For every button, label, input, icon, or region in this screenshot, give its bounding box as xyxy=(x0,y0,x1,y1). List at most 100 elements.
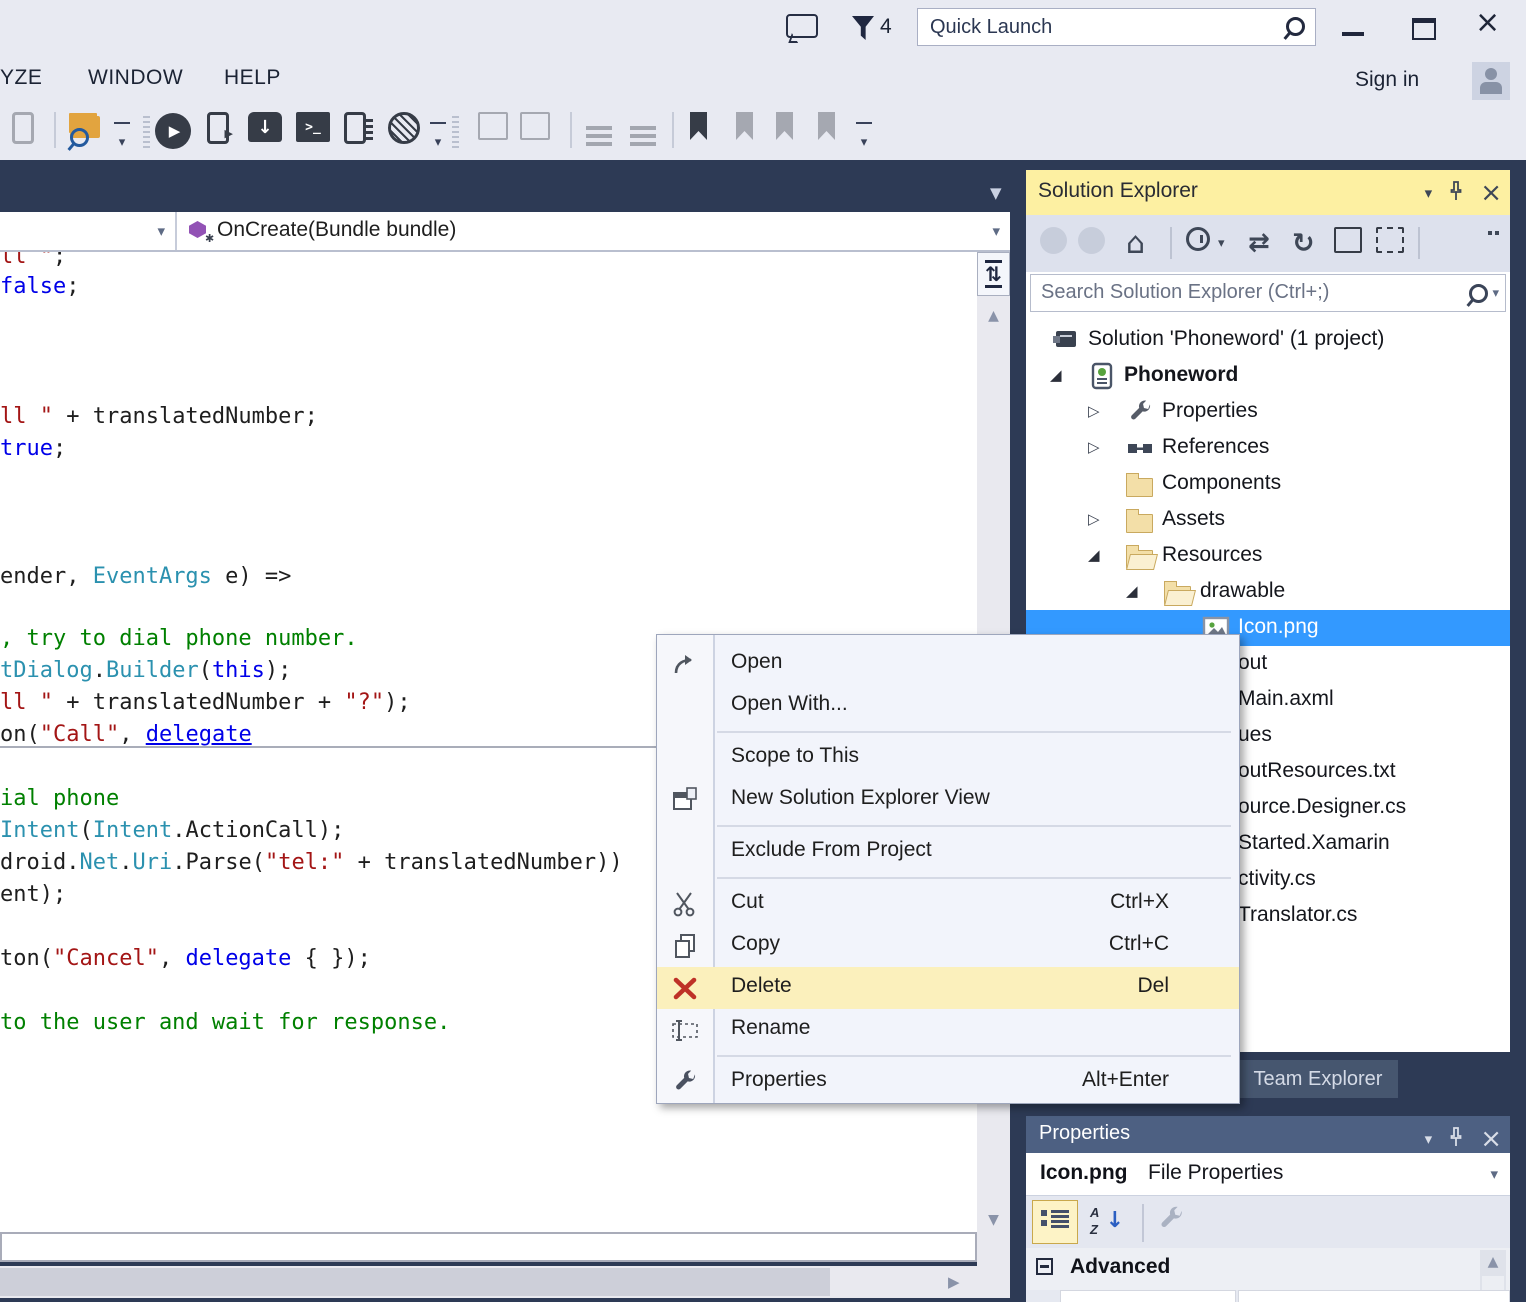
tree-item-partial[interactable]: ctivity.cs xyxy=(1238,862,1508,898)
tree-item-drawable[interactable]: ◢drawable xyxy=(1026,574,1510,610)
expander-closed-icon[interactable]: ▷ xyxy=(1088,510,1100,528)
back-icon[interactable] xyxy=(1040,227,1067,254)
menu-item-exclude-from-project[interactable]: Exclude From Project xyxy=(657,831,1239,873)
property-pages-icon[interactable] xyxy=(1156,1204,1186,1239)
profiler-icon[interactable] xyxy=(388,112,420,144)
sync-with-active-document-icon[interactable]: ⇄ xyxy=(1248,227,1270,259)
chevron-down-icon[interactable]: ▾ xyxy=(1490,1165,1498,1183)
menu-item-open[interactable]: Open xyxy=(657,643,1239,685)
toolbar-overflow-icon[interactable] xyxy=(430,122,446,162)
menu-item-scope-to-this[interactable]: Scope to This xyxy=(657,737,1239,779)
tree-item-partial[interactable]: outResources.txt xyxy=(1238,754,1508,790)
close-icon[interactable]: × xyxy=(1480,1129,1502,1149)
show-all-files-icon[interactable] xyxy=(1376,227,1404,253)
outdent-icon[interactable] xyxy=(630,126,656,130)
menu-help[interactable]: HELP xyxy=(224,66,281,90)
tab-team-explorer[interactable]: Team Explorer xyxy=(1238,1060,1398,1098)
scroll-up-icon[interactable]: ▲ xyxy=(1480,1254,1506,1270)
tree-item-resources[interactable]: ◢Resources xyxy=(1026,538,1510,574)
menu-item-new-solution-explorer-view[interactable]: New Solution Explorer View xyxy=(657,779,1239,821)
hscroll-thumb[interactable] xyxy=(0,1268,830,1296)
forward-icon[interactable] xyxy=(1078,227,1105,254)
toolbar-overflow-icon[interactable] xyxy=(114,122,130,162)
expander-open-icon[interactable]: ◢ xyxy=(1050,366,1062,384)
run-icon[interactable] xyxy=(155,113,191,149)
close-button[interactable]: × xyxy=(1475,8,1500,38)
bookmark-icon[interactable] xyxy=(690,112,707,140)
pending-changes-filter-icon[interactable] xyxy=(1186,227,1210,251)
device-log-icon[interactable] xyxy=(344,112,366,144)
refresh-icon[interactable]: ↻ xyxy=(1292,227,1315,259)
advanced-section-row[interactable]: Advanced xyxy=(1026,1248,1510,1290)
solution-search-input[interactable] xyxy=(1031,275,1461,309)
scroll-right-icon[interactable]: ▶ xyxy=(948,1273,960,1291)
next-bookmark-icon[interactable] xyxy=(776,112,793,140)
attach-device-icon[interactable] xyxy=(12,112,34,144)
menu-item-rename[interactable]: Rename xyxy=(657,1009,1239,1051)
menu-yze[interactable]: YZE xyxy=(0,66,42,90)
android-sdk-icon[interactable] xyxy=(248,112,282,142)
type-dropdown[interactable]: ▾ xyxy=(0,212,177,250)
collapse-all-icon[interactable] xyxy=(1334,227,1362,253)
pin-icon[interactable] xyxy=(1448,1127,1464,1151)
expander-open-icon[interactable]: ◢ xyxy=(1126,582,1138,600)
tree-item-partial[interactable]: out xyxy=(1238,646,1508,682)
home-icon[interactable]: ⌂ xyxy=(1126,227,1145,259)
sign-in-link[interactable]: Sign in xyxy=(1355,68,1419,92)
notifications-filter-icon[interactable] xyxy=(852,16,874,40)
document-well-dropdown-icon[interactable]: ▼ xyxy=(990,184,1002,202)
expander-open-icon[interactable]: ◢ xyxy=(1088,546,1100,564)
previous-bookmark-icon[interactable] xyxy=(736,112,753,140)
menu-window[interactable]: WINDOW xyxy=(88,66,183,90)
notification-count[interactable]: 4 xyxy=(880,15,892,39)
tree-item-partial[interactable]: Started.Xamarin xyxy=(1238,826,1508,862)
menu-item-cut[interactable]: CutCtrl+X xyxy=(657,883,1239,925)
tree-item-references[interactable]: ▷References xyxy=(1026,430,1510,466)
chevron-down-icon[interactable]: ▾ xyxy=(1218,227,1225,259)
properties-object-row[interactable]: Icon.png File Properties ▾ xyxy=(1026,1153,1510,1196)
device-run-icon[interactable] xyxy=(207,112,229,144)
member-dropdown[interactable]: ✱ OnCreate(Bundle bundle) ▾ xyxy=(177,212,1010,250)
tree-item-phoneword[interactable]: ◢Phoneword xyxy=(1026,358,1510,394)
collapse-section-icon[interactable] xyxy=(1036,1258,1053,1275)
navigate-back-icon[interactable] xyxy=(478,112,508,140)
user-avatar-icon[interactable] xyxy=(1472,62,1510,100)
toolbar-drag-handle[interactable] xyxy=(143,114,150,148)
expander-closed-icon[interactable]: ▷ xyxy=(1088,402,1100,420)
tree-item-partial[interactable]: Main.axml xyxy=(1238,682,1508,718)
tree-item-assets[interactable]: ▷Assets xyxy=(1026,502,1510,538)
indent-icon[interactable] xyxy=(586,126,612,130)
panel-menu-icon[interactable]: ▾ xyxy=(1425,1130,1433,1148)
maximize-button[interactable] xyxy=(1412,18,1436,40)
menu-item-delete[interactable]: DeleteDel xyxy=(657,967,1239,1009)
categorized-view-icon[interactable] xyxy=(1032,1200,1078,1244)
pin-icon[interactable] xyxy=(1448,181,1464,205)
close-icon[interactable]: × xyxy=(1480,183,1502,203)
tree-item-solution-phoneword-1-project-[interactable]: Solution 'Phoneword' (1 project) xyxy=(1026,322,1510,358)
copy-structure-icon[interactable] xyxy=(520,112,550,140)
properties-titlebar[interactable]: Properties ▾ × xyxy=(1026,1116,1510,1153)
property-value-cell[interactable] xyxy=(1238,1290,1510,1302)
tree-item-properties[interactable]: ▷Properties xyxy=(1026,394,1510,430)
minimize-button[interactable] xyxy=(1342,32,1364,36)
solution-explorer-titlebar[interactable]: Solution Explorer ▾ × xyxy=(1026,170,1510,215)
menu-item-copy[interactable]: CopyCtrl+C xyxy=(657,925,1239,967)
tree-item-partial[interactable]: Translator.cs xyxy=(1238,898,1508,934)
clear-bookmarks-icon[interactable] xyxy=(818,112,835,140)
alphabetical-sort-icon[interactable] xyxy=(1086,1202,1130,1244)
editor-horizontal-scrollbar[interactable]: ▶ xyxy=(0,1266,1010,1298)
split-window-handle[interactable] xyxy=(977,252,1010,296)
chevron-down-icon[interactable]: ▾ xyxy=(1492,286,1499,301)
expander-closed-icon[interactable]: ▷ xyxy=(1088,438,1100,456)
scroll-down-icon[interactable]: ▼ xyxy=(977,1212,1010,1228)
toolbar-drag-handle[interactable] xyxy=(452,114,459,148)
panel-menu-icon[interactable]: ▾ xyxy=(1425,184,1433,202)
toolbar-overflow-icon[interactable] xyxy=(856,122,872,162)
menu-item-properties[interactable]: PropertiesAlt+Enter xyxy=(657,1061,1239,1103)
property-name-cell[interactable] xyxy=(1060,1290,1236,1302)
tree-item-partial[interactable]: ource.Designer.cs xyxy=(1238,790,1508,826)
console-icon[interactable] xyxy=(296,112,330,142)
tree-item-components[interactable]: Components xyxy=(1026,466,1510,502)
scroll-up-icon[interactable]: ▲ xyxy=(977,308,1010,324)
quick-launch-input[interactable] xyxy=(918,9,1285,45)
